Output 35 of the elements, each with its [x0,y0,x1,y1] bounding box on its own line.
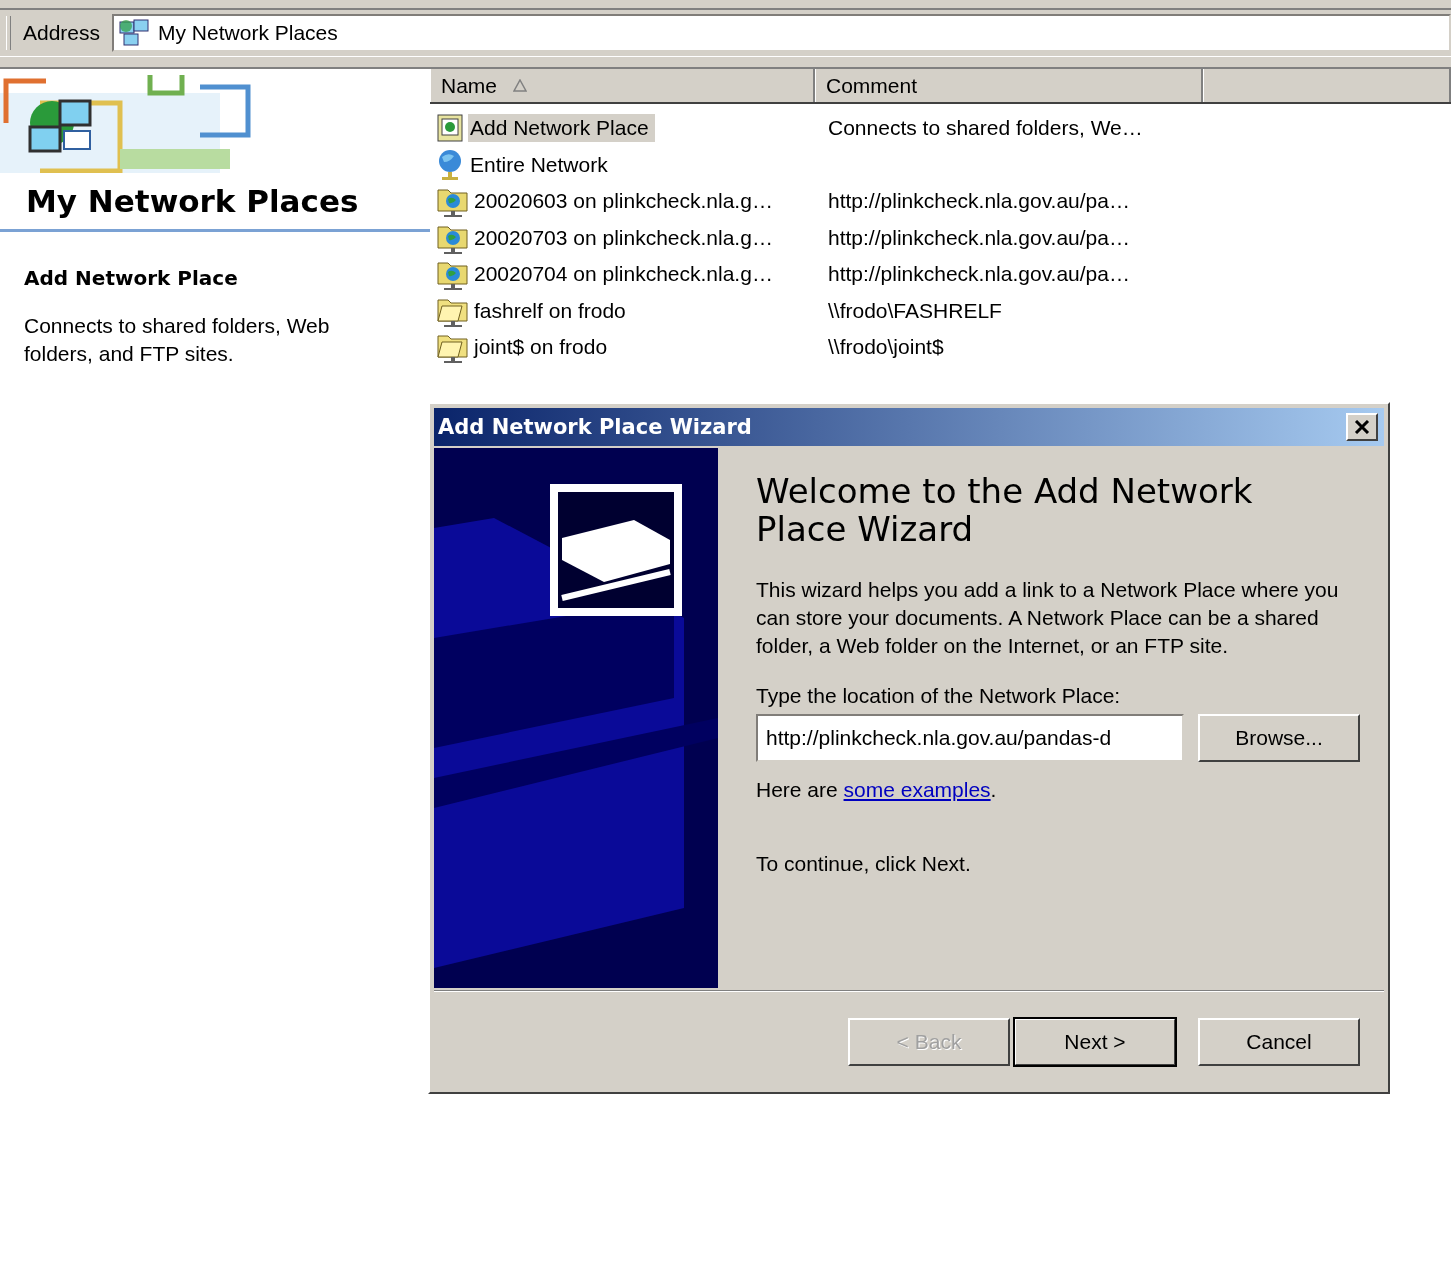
list-item[interactable]: 20020704 on plinkcheck.nla.g… [472,260,779,289]
comment-cell-text: http://plinkcheck.nla.gov.au/pa… [827,262,1130,287]
list-item[interactable]: Add Network Place [468,114,655,143]
column-header[interactable]: Comment [815,69,1203,102]
wizard-heading: Welcome to the Add Network Place Wizard [756,472,1254,548]
dialog-title: Add Network Place Wizard [438,415,752,439]
browse-button[interactable]: Browse... [1198,714,1360,762]
field-label: Type the location of the Network Place: [756,684,1122,708]
wizard-button[interactable]: Next > [1014,1018,1176,1066]
sidebar-title: My Network Places [25,183,360,221]
close-icon [1354,420,1370,434]
column-header[interactable]: Name [430,69,815,102]
examples-link[interactable]: some examples [843,778,991,801]
comment-cell-text: http://plinkcheck.nla.gov.au/pa… [827,225,1130,250]
list-item[interactable]: joint$ on frodo [472,333,614,362]
wizard-intro: This wizard helps you add a link to a Network Place where you can store your documents. A Network Place can be a shared folder, a Web folder on the Internet, or an FTP site. [756,577,1340,659]
list-item[interactable]: 20020703 on plinkcheck.nla.g… [472,223,779,252]
list-item[interactable]: 20020603 on plinkcheck.nla.g… [472,187,779,216]
wizard-button[interactable]: Cancel [1198,1018,1360,1066]
sidebar-heading: Add Network Place [23,265,239,290]
continue-text: To continue, click Next. [756,852,972,876]
close-button[interactable] [1346,413,1378,441]
list-item[interactable]: Entire Network [468,150,614,179]
sidebar-description: Connects to shared folders, Web folders, and FTP sites. [23,313,331,367]
address-label: Address [22,21,102,45]
address-field[interactable]: My Network Places [112,14,1451,52]
list-item[interactable]: fashrelf on frodo [472,296,632,325]
examples-text: Here are some examples. [756,778,998,802]
wizard-icon [436,113,466,144]
comment-cell-text: \\frodo\FASHRELF [827,298,1002,323]
address-value: My Network Places [158,21,338,45]
comment-cell-text: \\frodo\joint$ [827,335,944,360]
location-field[interactable]: http://plinkcheck.nla.gov.au/pandas-d [756,714,1184,762]
comment-cell-text: Connects to shared folders, We… [827,116,1143,141]
comment-cell-text: http://plinkcheck.nla.gov.au/pa… [827,189,1130,214]
